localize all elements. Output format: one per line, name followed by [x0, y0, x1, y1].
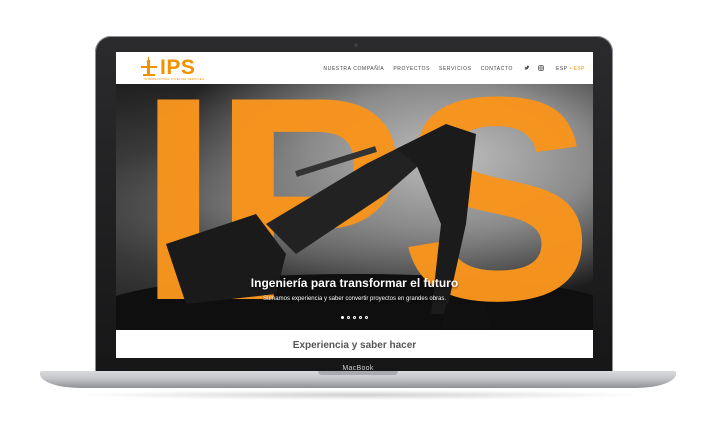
nav-item-company[interactable]: NUESTRA COMPAÑÍA	[323, 66, 384, 72]
hero-subtitle: Sumamos experiencia y saber convertir pr…	[262, 296, 447, 302]
slider-dot[interactable]	[341, 316, 344, 319]
slider-dots	[341, 316, 368, 319]
logo-text: IPS	[160, 56, 196, 79]
device-label: MacBook	[342, 365, 374, 372]
nav-item-services[interactable]: SERVICIOS	[439, 66, 472, 72]
language-option[interactable]: ESP	[573, 66, 585, 72]
slider-dot[interactable]	[347, 316, 350, 319]
instagram-icon[interactable]	[538, 65, 544, 71]
laptop-shadow	[70, 390, 646, 400]
camera-icon	[354, 43, 358, 47]
section-title: Experiencia y saber hacer	[292, 340, 417, 351]
hero-title: Ingeniería para transformar el futuro	[250, 276, 459, 290]
site-header: IPS INTERNATIONAL PIPELINE SERVICES NUES…	[116, 52, 593, 84]
main-nav: NUESTRA COMPAÑÍA PROYECTOS SERVICIOS CON…	[323, 66, 513, 72]
social-links	[524, 65, 544, 71]
nav-item-projects[interactable]: PROYECTOS	[393, 66, 430, 72]
twitter-icon[interactable]	[524, 65, 530, 71]
website-screen: IPS INTERNATIONAL PIPELINE SERVICES NUES…	[116, 52, 593, 358]
slider-dot[interactable]	[365, 316, 368, 319]
nav-item-contact[interactable]: CONTACTO	[481, 66, 513, 72]
logo-crane-icon	[139, 57, 159, 79]
language-separator: •	[569, 66, 572, 72]
slider-dot[interactable]	[359, 316, 362, 319]
slider-dot[interactable]	[353, 316, 356, 319]
language-current: ESP	[556, 66, 568, 72]
logo-subtitle: INTERNATIONAL PIPELINE SERVICES	[144, 77, 205, 81]
hero-slider: IPS Ingeniería para transformar el futur…	[116, 84, 593, 330]
language-switcher[interactable]: ESP • ESP	[556, 66, 585, 72]
